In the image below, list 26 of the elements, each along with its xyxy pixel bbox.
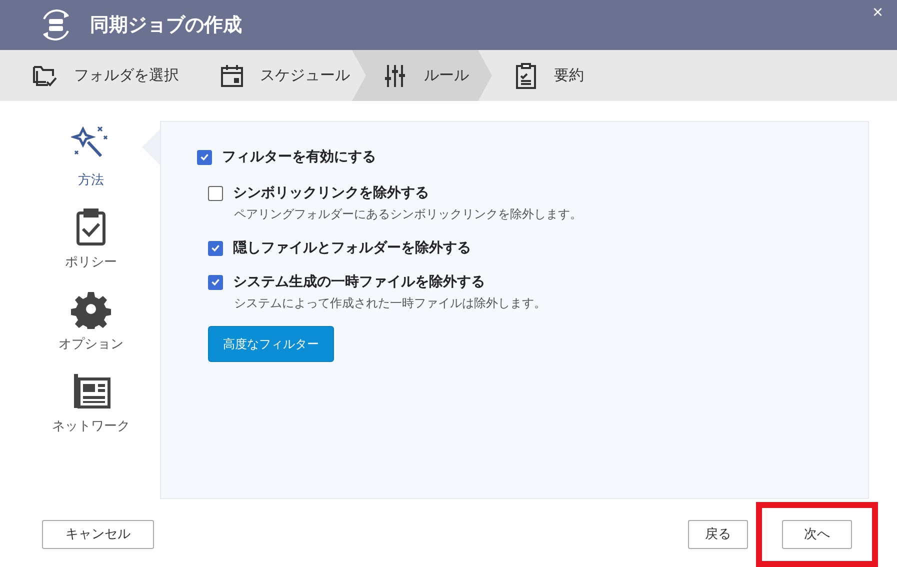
checkbox[interactable]: [208, 186, 223, 200]
option-description: システムによって作成された一時ファイルは除外します。: [234, 295, 546, 312]
checkbox-label: システム生成の一時ファイルを除外する: [233, 273, 485, 291]
newspaper-icon: [71, 371, 111, 411]
window-title: 同期ジョブの作成: [90, 13, 242, 38]
back-button[interactable]: 戻る: [688, 520, 748, 548]
sidebar-item[interactable]: 方法: [36, 123, 146, 191]
checkbox-label: 隠しファイルとフォルダーを除外する: [233, 239, 471, 257]
next-button[interactable]: 次へ: [782, 520, 852, 548]
checkbox-label: シンボリックリンクを除外する: [233, 184, 429, 202]
sidebar-item[interactable]: ポリシー: [36, 205, 146, 273]
advanced-filter-button[interactable]: 高度なフィルター: [208, 326, 334, 362]
checkbox-label: フィルターを有効にする: [222, 148, 376, 166]
cancel-button[interactable]: キャンセル: [42, 520, 154, 548]
sidebar-item[interactable]: ネットワーク: [36, 369, 146, 437]
settings-icon: [71, 289, 111, 329]
step-tab[interactable]: 要約: [492, 50, 584, 101]
checkbox[interactable]: [197, 150, 212, 164]
step-tab[interactable]: フォルダを選択: [0, 50, 190, 101]
option-description: ペアリングフォルダーにあるシンボリックリンクを除外します。: [234, 206, 582, 223]
sidebar-item[interactable]: オプション: [36, 287, 146, 355]
checkbox[interactable]: [208, 274, 223, 290]
close-button[interactable]: ×: [868, 2, 887, 23]
checkbox[interactable]: [208, 240, 223, 256]
step-tab[interactable]: ルール: [352, 50, 492, 101]
step-tab[interactable]: スケジュール: [190, 50, 352, 101]
